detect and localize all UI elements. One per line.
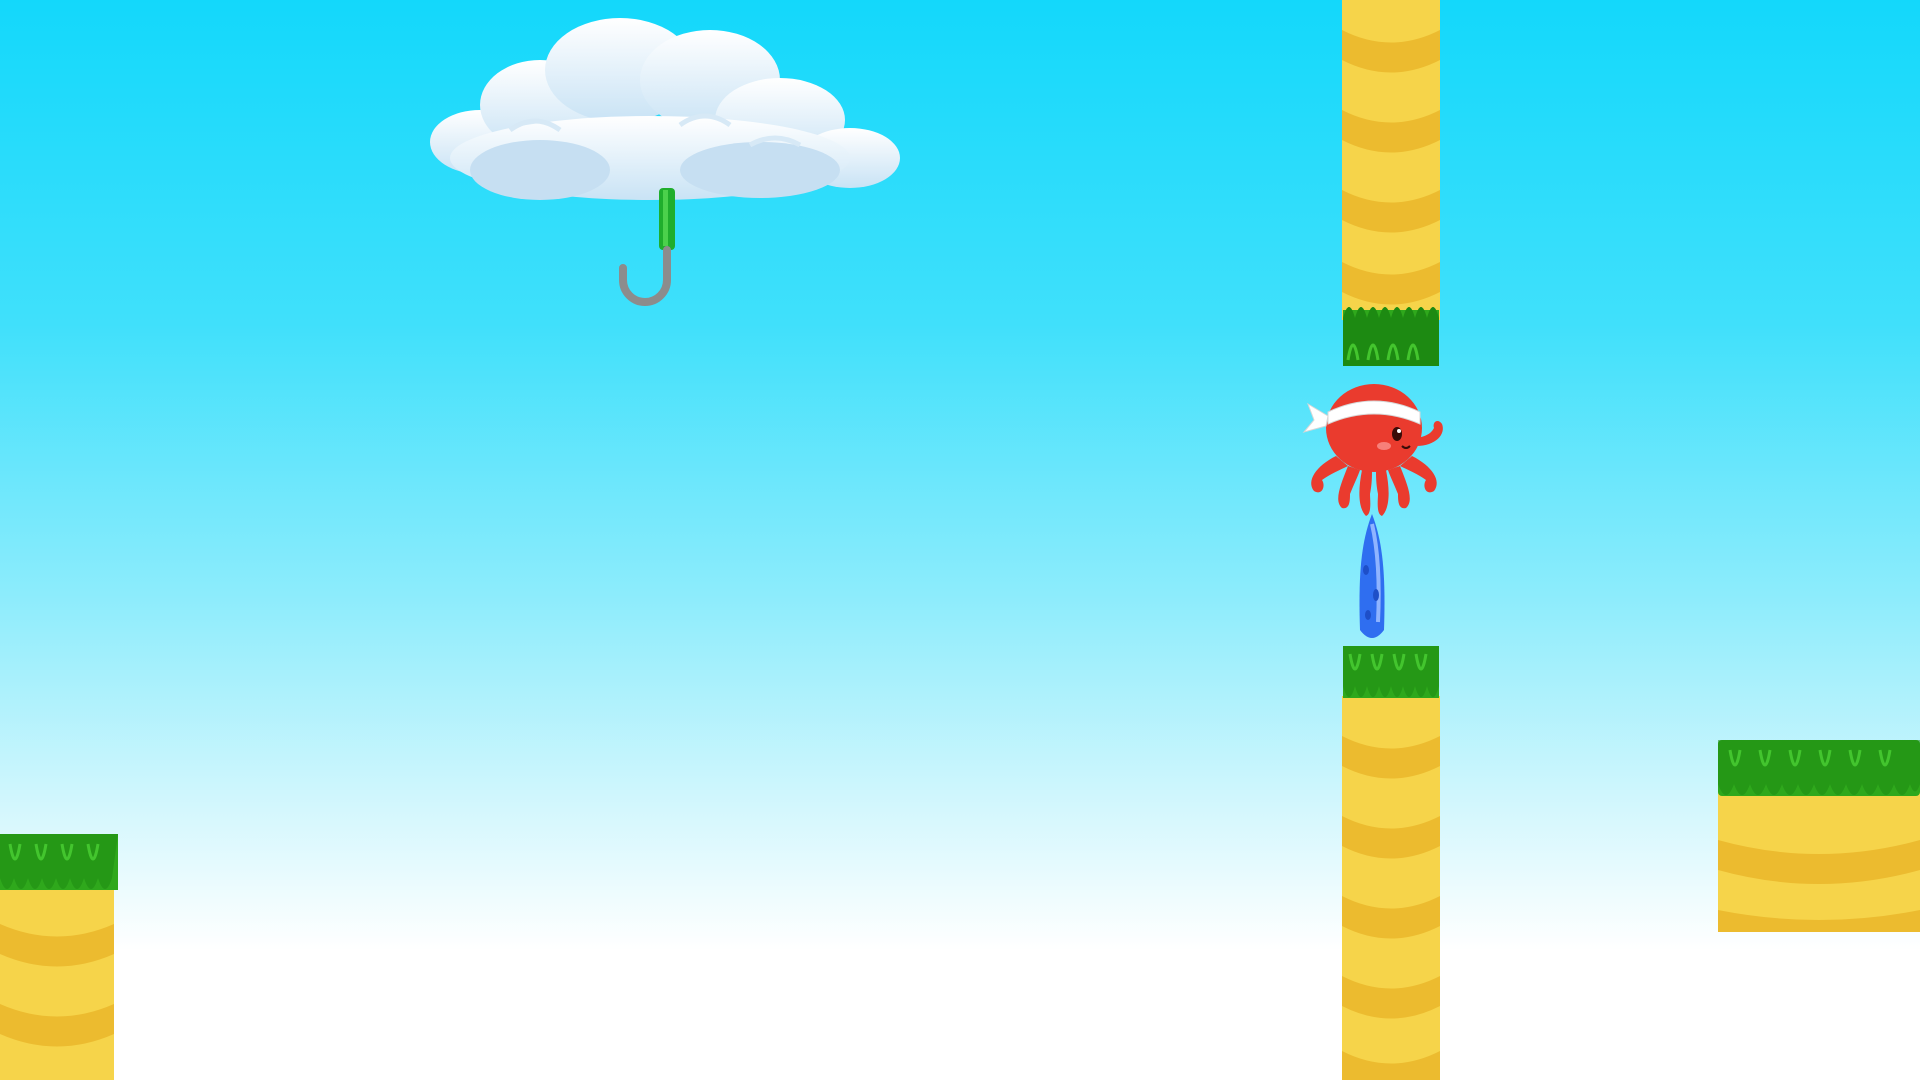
platform-left xyxy=(0,834,118,1080)
platform-right xyxy=(1718,740,1920,932)
octopus-player xyxy=(1302,384,1443,516)
cloud xyxy=(430,18,900,200)
hook-icon xyxy=(619,188,675,306)
pillar-top xyxy=(1342,0,1440,366)
game-canvas[interactable] xyxy=(0,0,1920,1080)
cheek xyxy=(1377,442,1391,450)
water-jet xyxy=(1359,514,1385,638)
pillar-bottom xyxy=(1342,646,1440,1080)
cloud-with-hook xyxy=(430,18,900,306)
eye xyxy=(1392,427,1402,441)
headband-tail xyxy=(1302,402,1329,433)
